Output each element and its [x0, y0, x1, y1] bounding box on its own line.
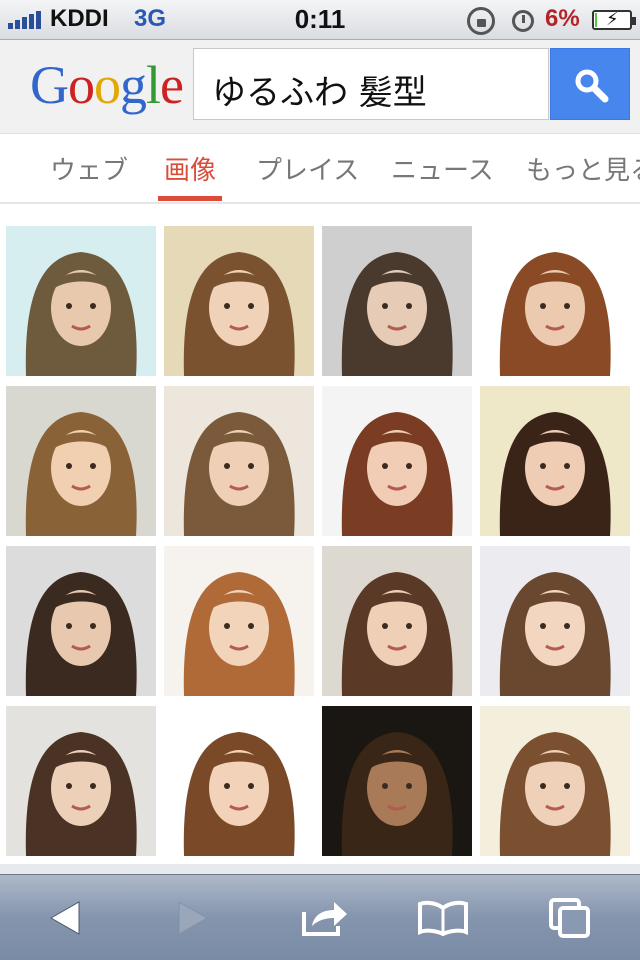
image-result-thumbnail[interactable] — [322, 226, 472, 376]
search-header: Google ゆるふわ 髪型 — [0, 40, 640, 134]
tab-places[interactable]: プレイス — [256, 150, 359, 187]
image-result-thumbnail[interactable] — [164, 546, 314, 696]
image-result-thumbnail[interactable] — [6, 546, 156, 696]
orientation-lock-icon — [467, 7, 495, 35]
tab-more[interactable]: もっと見る — [526, 150, 640, 187]
image-result-thumbnail[interactable] — [480, 386, 630, 536]
image-result-thumbnail[interactable] — [6, 226, 156, 376]
alarm-icon — [512, 10, 534, 32]
image-result-thumbnail[interactable] — [164, 386, 314, 536]
search-button[interactable] — [550, 48, 630, 120]
google-logo[interactable]: Google — [30, 54, 184, 116]
portrait-image — [322, 226, 472, 376]
share-icon — [302, 902, 347, 936]
portrait-image — [164, 386, 314, 536]
pages-icon — [549, 898, 590, 938]
image-result-thumbnail[interactable] — [6, 706, 156, 856]
image-result-thumbnail[interactable] — [480, 226, 630, 376]
portrait-image — [322, 386, 472, 536]
active-tab-indicator — [158, 196, 222, 201]
image-result-thumbnail[interactable] — [322, 386, 472, 536]
browser-toolbar — [0, 874, 640, 960]
bookmarks-button[interactable] — [398, 875, 488, 960]
bookmarks-icon — [418, 900, 468, 936]
charging-bolt-icon: ⚡ — [606, 9, 619, 30]
carrier-name: KDDI — [50, 5, 109, 32]
portrait-image — [6, 546, 156, 696]
image-result-thumbnail[interactable] — [480, 706, 630, 856]
search-query: ゆるふわ 髪型 — [212, 73, 427, 113]
portrait-image — [6, 706, 156, 856]
portrait-image — [164, 226, 314, 376]
portrait-image — [164, 546, 314, 696]
tab-web[interactable]: ウェブ — [50, 150, 128, 187]
magnifier-icon — [575, 69, 609, 103]
portrait-image — [480, 386, 630, 536]
back-arrow-icon — [49, 901, 80, 935]
image-result-thumbnail[interactable] — [480, 546, 630, 696]
pages-button[interactable] — [525, 875, 615, 960]
image-result-thumbnail[interactable] — [322, 546, 472, 696]
back-button[interactable] — [20, 875, 110, 960]
status-bar: KDDI 3G 0:11 6% ⚡ — [0, 0, 640, 40]
portrait-image — [480, 226, 630, 376]
image-result-thumbnail[interactable] — [6, 386, 156, 536]
portrait-image — [480, 706, 630, 856]
page-bottom-edge — [0, 864, 640, 874]
tab-images[interactable]: 画像 — [164, 150, 216, 187]
portrait-image — [322, 706, 472, 856]
image-result-thumbnail[interactable] — [164, 226, 314, 376]
forward-button[interactable] — [148, 875, 238, 960]
image-result-thumbnail[interactable] — [322, 706, 472, 856]
signal-icon — [8, 11, 41, 29]
battery-level — [595, 13, 597, 27]
tab-news[interactable]: ニュース — [391, 150, 494, 187]
portrait-image — [322, 546, 472, 696]
image-result-thumbnail[interactable] — [164, 706, 314, 856]
image-results-grid — [0, 206, 640, 864]
portrait-image — [6, 386, 156, 536]
portrait-image — [164, 706, 314, 856]
network-type: 3G — [134, 5, 167, 32]
battery-percentage: 6% — [545, 5, 580, 32]
portrait-image — [6, 226, 156, 376]
search-tabs: ウェブ 画像 プレイス ニュース もっと見る — [0, 134, 640, 204]
share-button[interactable] — [280, 875, 370, 960]
portrait-image — [480, 546, 630, 696]
battery-charging-icon: ⚡ — [592, 9, 636, 30]
forward-arrow-icon — [178, 901, 209, 935]
search-input[interactable]: ゆるふわ 髪型 — [193, 48, 549, 120]
